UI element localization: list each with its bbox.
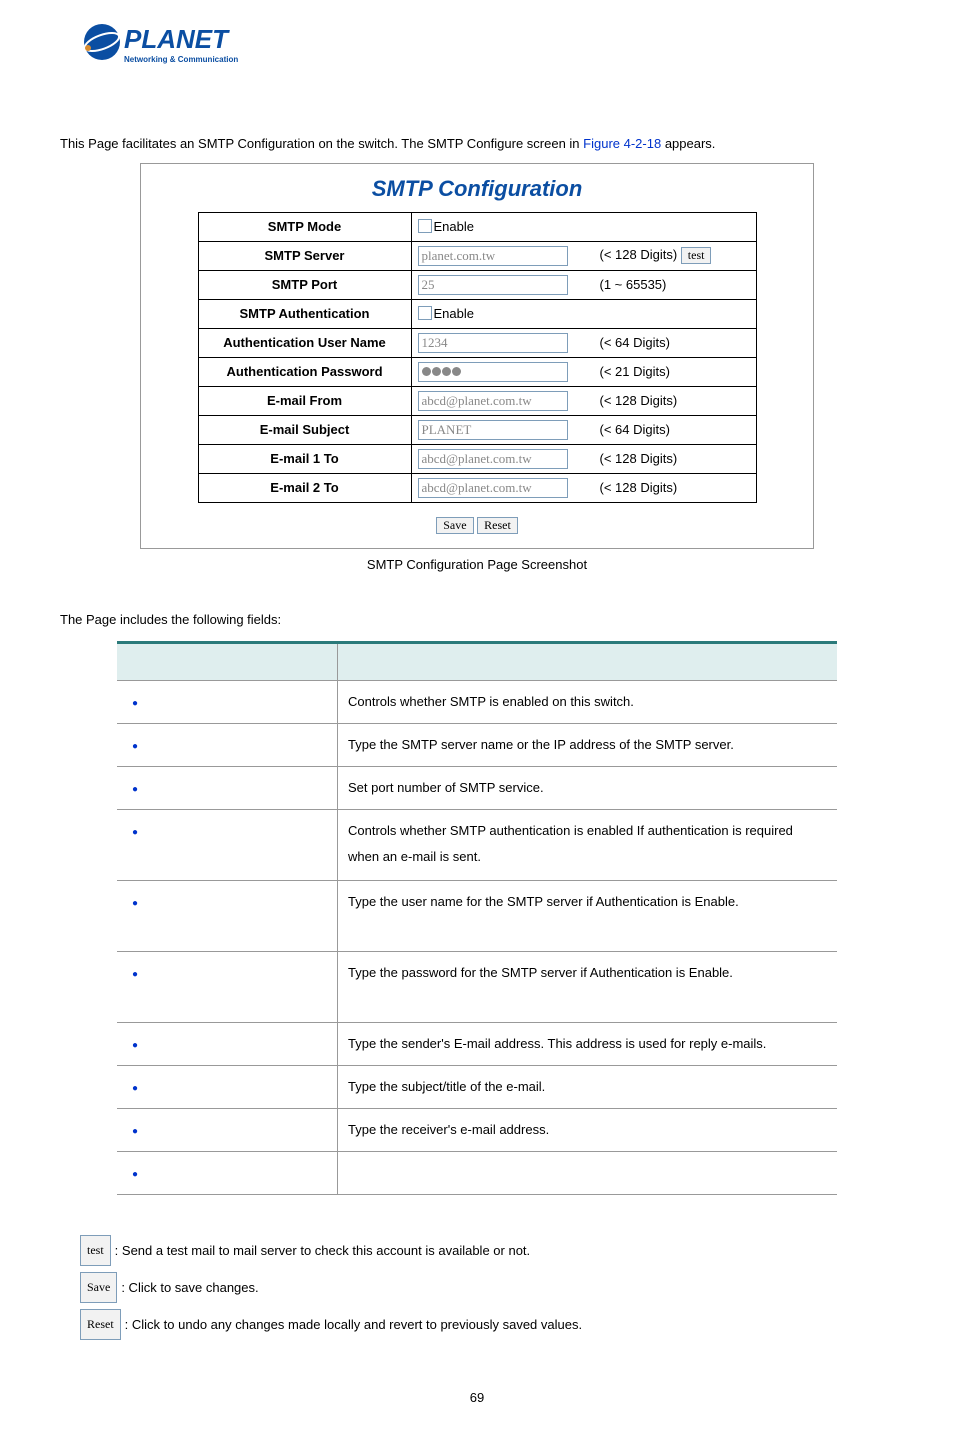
svg-text:Networking & Communication: Networking & Communication [124,55,238,64]
page-number: 69 [60,1390,894,1405]
test-button[interactable]: test [681,247,712,264]
config-input-cell [411,357,594,386]
field-desc-cell: Controls whether SMTP is enabled on this… [338,680,838,723]
config-text-input[interactable] [418,362,568,382]
field-object-cell: ● [117,680,338,723]
config-hint: (< 128 Digits) [594,473,757,502]
config-row-label: Authentication Password [198,357,411,386]
config-input-cell: PLANET [411,415,594,444]
fields-header-desc [338,642,838,680]
button-descriptions: test : Send a test mail to mail server t… [80,1235,894,1341]
field-desc-cell: Type the subject/title of the e-mail. [338,1065,838,1108]
config-hint: (< 128 Digits) [594,444,757,473]
field-desc-cell [338,1151,838,1194]
config-text-input[interactable]: 1234 [418,333,568,353]
enable-checkbox[interactable] [418,306,432,320]
test-button-sample[interactable]: test [80,1235,111,1266]
config-text-input[interactable]: planet.com.tw [418,246,568,266]
config-hint: (< 21 Digits) [594,357,757,386]
config-row-label: SMTP Authentication [198,299,411,328]
config-row-label: SMTP Mode [198,212,411,241]
intro-pre: This Page facilitates an SMTP Configurat… [60,136,583,151]
config-input-cell: 1234 [411,328,594,357]
config-text-input[interactable]: PLANET [418,420,568,440]
config-hint: (< 128 Digits) [594,386,757,415]
field-object-cell: ● [117,809,338,880]
save-button-desc: : Click to save changes. [121,1272,258,1303]
field-desc-cell: Set port number of SMTP service. [338,766,838,809]
config-input-cell: abcd@planet.com.tw [411,473,594,502]
config-text-input[interactable]: abcd@planet.com.tw [418,449,568,469]
brand-logo: PLANET Networking & Communication [80,20,894,74]
field-object-cell: ● [117,1065,338,1108]
config-row-label: E-mail 1 To [198,444,411,473]
config-text-input[interactable]: abcd@planet.com.tw [418,478,568,498]
field-desc-cell: Type the user name for the SMTP server i… [338,880,838,951]
field-object-cell: ● [117,880,338,951]
bullet-icon: ● [127,1122,143,1142]
bullet-icon: ● [127,894,143,914]
field-desc-cell: Controls whether SMTP authentication is … [338,809,838,880]
checkbox-label: Enable [434,219,474,234]
config-hint: (< 64 Digits) [594,415,757,444]
config-row-label: SMTP Server [198,241,411,270]
figure-reference: Figure 4-2-18 [583,136,661,151]
config-row-label: E-mail From [198,386,411,415]
bullet-icon: ● [127,780,143,800]
fields-description-table: ● Controls whether SMTP is enabled on thi… [117,641,837,1195]
checkbox-label: Enable [434,306,474,321]
config-checkbox-cell: Enable [411,299,756,328]
bullet-icon: ● [127,965,143,985]
field-desc-cell: Type the password for the SMTP server if… [338,951,838,1022]
config-text-input[interactable]: abcd@planet.com.tw [418,391,568,411]
reset-button-sample[interactable]: Reset [80,1309,121,1340]
fields-header-object [117,642,338,680]
field-object-cell: ● [117,1108,338,1151]
smtp-config-screenshot: SMTP Configuration SMTP Mode Enable SMTP S… [140,163,814,549]
bullet-icon: ● [127,694,143,714]
config-title: SMTP Configuration [141,176,813,202]
intro-post: appears. [661,136,715,151]
config-hint: (< 128 Digits) test [594,241,757,270]
field-desc-cell: Type the sender's E-mail address. This a… [338,1022,838,1065]
fields-intro: The Page includes the following fields: [60,612,894,627]
config-input-cell: abcd@planet.com.tw [411,386,594,415]
bullet-icon: ● [127,1036,143,1056]
config-input-cell: abcd@planet.com.tw [411,444,594,473]
config-row-label: SMTP Port [198,270,411,299]
save-button-sample[interactable]: Save [80,1272,117,1303]
bullet-icon: ● [127,823,143,843]
config-row-label: E-mail Subject [198,415,411,444]
field-desc-cell: Type the SMTP server name or the IP addr… [338,723,838,766]
config-row-label: E-mail 2 To [198,473,411,502]
bullet-icon: ● [127,1079,143,1099]
config-hint: (< 64 Digits) [594,328,757,357]
field-desc-cell: Type the receiver's e-mail address. [338,1108,838,1151]
bullet-icon: ● [127,1165,143,1185]
config-hint: (1 ~ 65535) [594,270,757,299]
svg-text:PLANET: PLANET [124,24,230,54]
intro-paragraph: This Page facilitates an SMTP Configurat… [60,134,894,155]
field-object-cell: ● [117,1022,338,1065]
screenshot-caption: SMTP Configuration Page Screenshot [60,557,894,572]
config-text-input[interactable]: 25 [418,275,568,295]
config-table: SMTP Mode Enable SMTP Server planet.com.tw (… [198,212,757,503]
test-button-desc: : Send a test mail to mail server to che… [115,1235,530,1266]
enable-checkbox[interactable] [418,219,432,233]
field-object-cell: ● [117,1151,338,1194]
config-input-cell: 25 [411,270,594,299]
reset-button-desc: : Click to undo any changes made locally… [125,1309,582,1340]
config-input-cell: planet.com.tw [411,241,594,270]
config-row-label: Authentication User Name [198,328,411,357]
field-object-cell: ● [117,951,338,1022]
field-object-cell: ● [117,723,338,766]
reset-button[interactable]: Reset [477,517,518,534]
config-checkbox-cell: Enable [411,212,756,241]
bullet-icon: ● [127,737,143,757]
save-button[interactable]: Save [436,517,473,534]
field-object-cell: ● [117,766,338,809]
